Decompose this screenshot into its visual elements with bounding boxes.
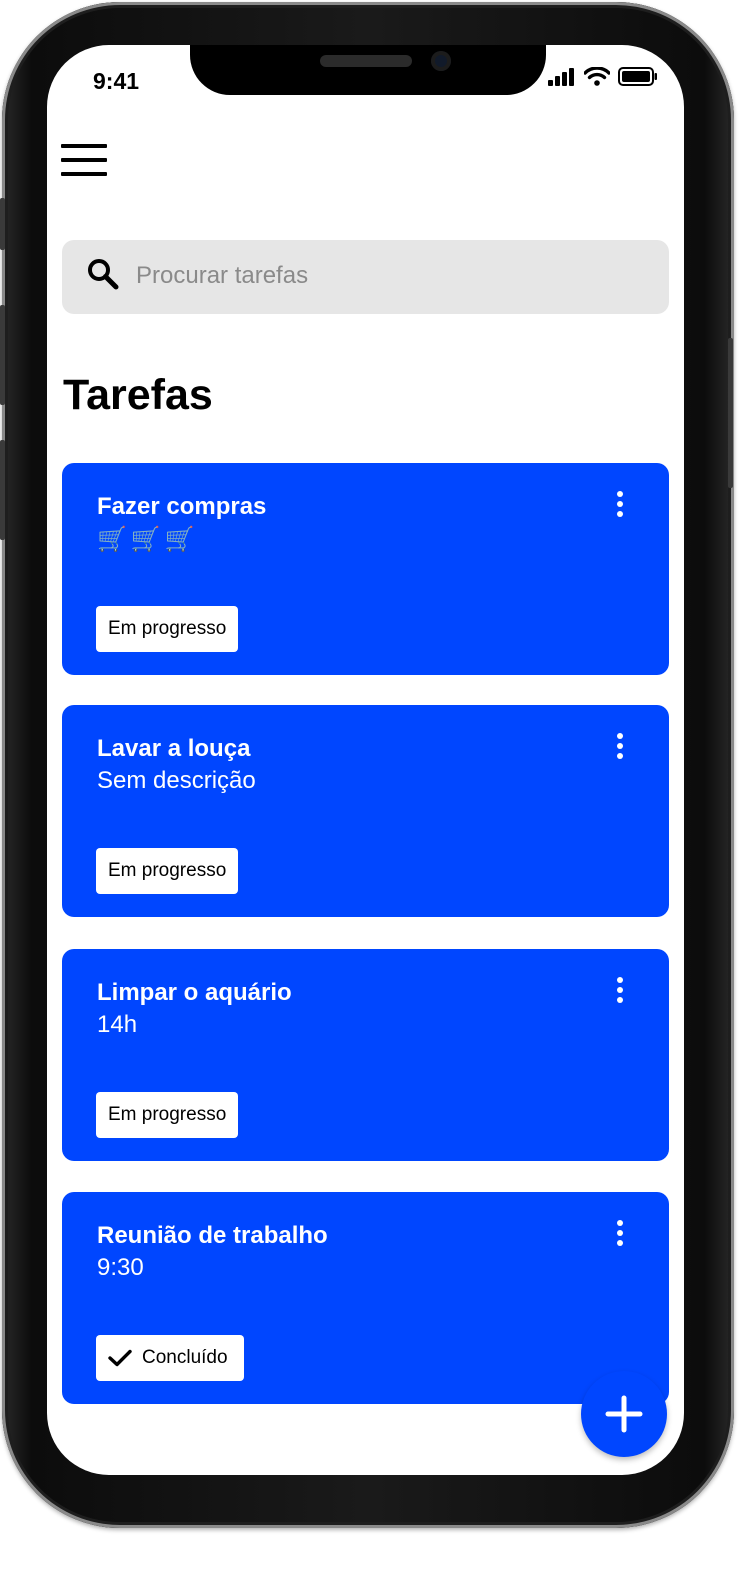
task-description: Sem descrição [97, 767, 256, 794]
front-camera [431, 51, 451, 71]
search-input[interactable]: Procurar tarefas [136, 262, 308, 290]
screen: 9:41 Procurar tarefas Tarefas Fazer comp… [47, 45, 684, 1475]
page-title: Tarefas [63, 371, 213, 419]
task-title: Fazer compras [97, 493, 267, 520]
volume-down-button [0, 440, 5, 540]
task-card[interactable]: Reunião de trabalho 9:30 Concluído [62, 1192, 669, 1404]
task-card[interactable]: Lavar a louça Sem descrição Em progresso [62, 705, 669, 917]
task-card[interactable]: Limpar o aquário 14h Em progresso [62, 949, 669, 1161]
task-description: 9:30 [97, 1254, 144, 1281]
task-description: 🛒🛒🛒 [97, 526, 199, 553]
more-vert-icon[interactable] [617, 1220, 625, 1246]
status-time: 9:41 [93, 68, 140, 94]
task-title: Lavar a louça [97, 735, 251, 762]
status-label: Em progresso [108, 1104, 227, 1125]
task-card[interactable]: Fazer compras 🛒🛒🛒 Em progresso [62, 463, 669, 675]
power-button [728, 338, 733, 488]
notch [190, 45, 546, 95]
add-task-button[interactable] [581, 1371, 667, 1457]
volume-up-button [0, 305, 5, 405]
menu-icon[interactable] [61, 144, 107, 178]
more-vert-icon[interactable] [617, 491, 625, 517]
battery-icon [618, 67, 657, 86]
status-icons [548, 67, 658, 86]
wifi-icon [584, 67, 610, 86]
status-label: Concluído [142, 1347, 228, 1368]
status-label: Em progresso [108, 618, 227, 639]
status-badge[interactable]: Em progresso [96, 1092, 239, 1138]
status-badge[interactable]: Em progresso [96, 848, 239, 894]
speaker [320, 55, 412, 67]
status-badge[interactable]: Em progresso [96, 606, 239, 652]
signal-icon [548, 67, 574, 86]
status-label: Em progresso [108, 860, 227, 881]
task-title: Reunião de trabalho [97, 1222, 328, 1249]
check-icon [108, 1349, 132, 1367]
more-vert-icon[interactable] [617, 733, 625, 759]
task-title: Limpar o aquário [97, 979, 292, 1006]
task-description: 14h [97, 1011, 138, 1038]
search-icon [88, 259, 119, 290]
search-bar[interactable]: Procurar tarefas [62, 240, 669, 314]
more-vert-icon[interactable] [617, 977, 625, 1003]
status-badge[interactable]: Concluído [96, 1335, 244, 1381]
add-icon [605, 1395, 643, 1433]
mute-switch [0, 198, 5, 250]
